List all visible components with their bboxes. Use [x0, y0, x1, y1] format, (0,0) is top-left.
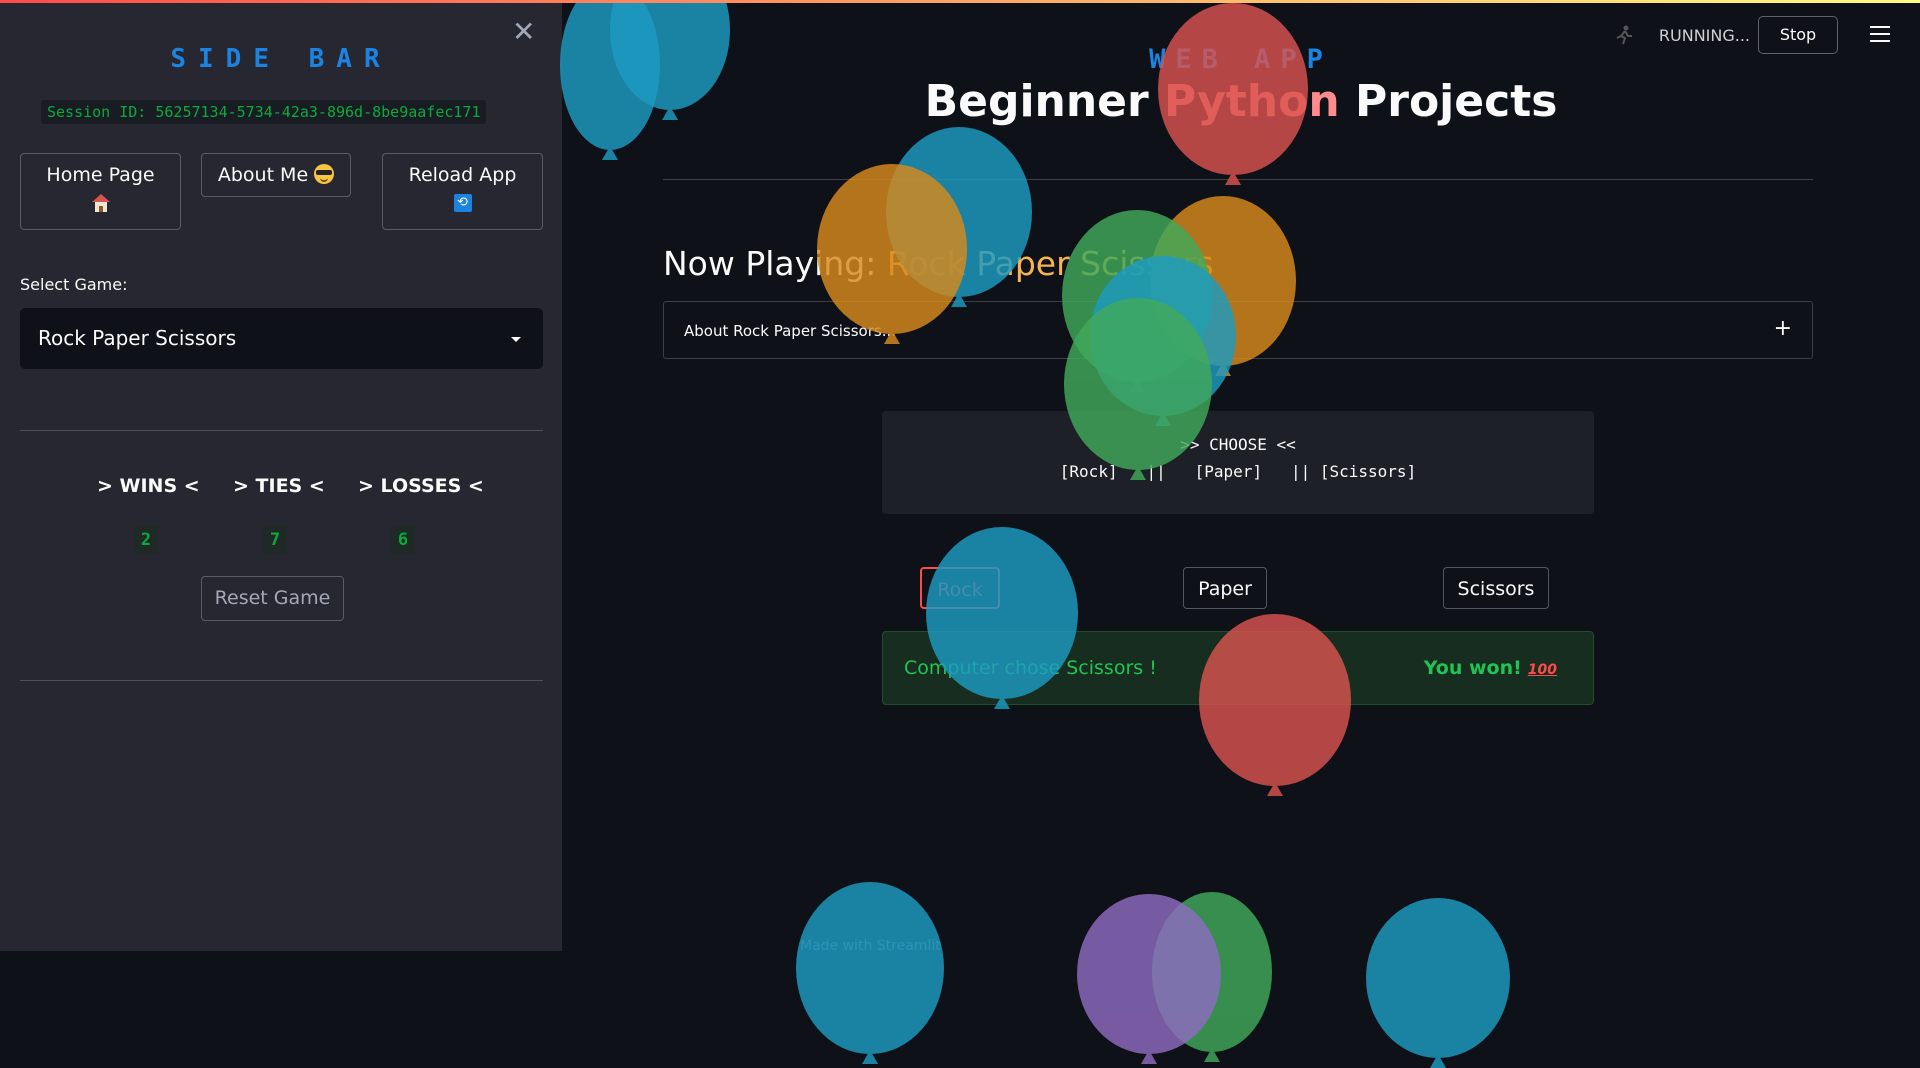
running-icon	[1616, 25, 1632, 45]
sidebar: ✕ SIDE BAR Session ID: 56257134-5734-42a…	[0, 0, 562, 951]
game-select[interactable]: Rock Paper Scissors	[20, 308, 543, 369]
result-alert: Computer chose Scissors ! You won! 100	[882, 631, 1594, 705]
house-icon	[91, 194, 110, 212]
divider	[20, 430, 543, 431]
scissors-button[interactable]: Scissors	[1443, 567, 1549, 609]
running-status: RUNNING...	[1658, 26, 1750, 45]
reset-game-button[interactable]: Reset Game	[201, 576, 344, 621]
rock-button[interactable]: Rock	[920, 567, 1000, 609]
losses-label: > LOSSES <	[358, 475, 484, 497]
title-part-1: Beginner	[924, 76, 1165, 127]
result-message: Computer chose Scissors !	[904, 657, 1157, 679]
session-id: Session ID: 56257134-5734-42a3-896d-8be9…	[41, 100, 487, 124]
smiley-sunglasses-icon	[314, 164, 335, 184]
chevron-down-icon	[511, 337, 521, 342]
footer-made-with: Made with Streamlit	[800, 938, 941, 954]
refresh-icon: ⟲	[453, 194, 472, 212]
app-subtitle: WEB APP	[1149, 44, 1333, 75]
wins-count: 2	[134, 526, 158, 554]
wins-label: > WINS <	[97, 475, 200, 497]
reload-app-label: Reload App	[408, 164, 517, 186]
about-me-label: About Me	[217, 164, 309, 186]
expander-label: About Rock Paper Scissors...	[684, 322, 897, 340]
page-title: Beginner Python Projects	[562, 76, 1920, 127]
select-game-label: Select Game:	[20, 275, 128, 294]
choose-code-block: >> CHOOSE << [Rock] || [Paper] || [Sciss…	[882, 411, 1594, 514]
ties-label: > TIES <	[233, 475, 325, 497]
divider	[20, 680, 543, 681]
sidebar-title: SIDE BAR	[170, 44, 392, 74]
home-page-label: Home Page	[46, 164, 155, 186]
hamburger-menu-icon[interactable]	[1870, 26, 1890, 42]
now-playing-heading: Now Playing: Rock Paper Scissors	[663, 244, 1214, 283]
ties-count: 7	[263, 526, 287, 554]
title-part-2: Projects	[1339, 76, 1558, 127]
reload-app-button[interactable]: Reload App ⟲	[382, 153, 543, 230]
main-content: RUNNING... Stop WEB APP Beginner Python …	[562, 0, 1920, 954]
result-outcome-text: You won!	[1423, 657, 1522, 679]
paper-button[interactable]: Paper	[1183, 567, 1267, 609]
now-playing-game: Rock Paper Scissors	[886, 244, 1214, 283]
hundred-points-icon: 100	[1527, 662, 1557, 678]
title-highlight: Python	[1164, 76, 1340, 127]
close-icon[interactable]: ✕	[512, 18, 535, 46]
about-me-button[interactable]: About Me	[201, 153, 351, 197]
losses-count: 6	[391, 526, 415, 554]
home-page-button[interactable]: Home Page	[20, 153, 181, 230]
top-decoration-bar	[0, 0, 1920, 3]
choose-line-2: [Rock] || [Paper] || [Scissors]	[1059, 462, 1417, 481]
choose-line-1: >> CHOOSE <<	[1180, 435, 1296, 454]
plus-icon: +	[1773, 316, 1792, 341]
result-outcome: You won! 100	[1424, 657, 1557, 679]
about-game-expander[interactable]: About Rock Paper Scissors... +	[663, 301, 1813, 359]
divider	[663, 179, 1813, 180]
now-playing-prefix: Now Playing:	[663, 244, 887, 283]
game-select-value: Rock Paper Scissors	[38, 326, 237, 350]
